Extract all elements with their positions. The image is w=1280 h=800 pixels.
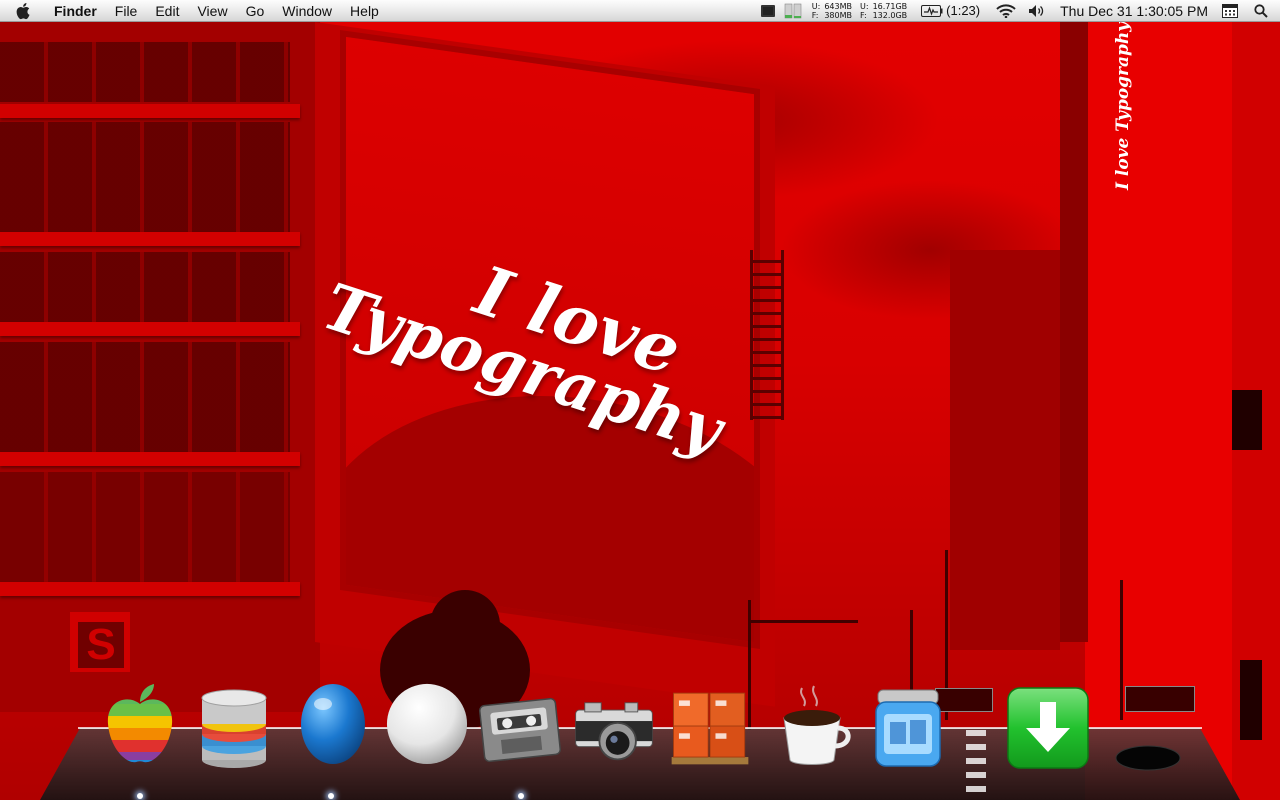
menu-bar: Finder File Edit View Go Window Help U: … — [0, 0, 1280, 22]
download-arrow-icon — [1007, 687, 1089, 769]
calendar-icon[interactable] — [1222, 3, 1238, 18]
dock-item-trash[interactable] — [1106, 730, 1190, 800]
menu-window[interactable]: Window — [273, 0, 341, 22]
left-building: S — [0, 22, 320, 712]
cpu-bars-icon[interactable] — [784, 3, 802, 19]
menu-help[interactable]: Help — [341, 0, 388, 22]
disk-used-value: 16.71GB — [872, 1, 908, 11]
apple-menu-icon[interactable] — [16, 2, 36, 20]
trash-hole-icon — [1115, 745, 1181, 771]
white-orb-icon — [386, 683, 468, 765]
disk-free-label: F: — [860, 10, 867, 20]
shipping-boxes-icon — [671, 692, 749, 765]
blue-jar-icon — [875, 689, 941, 767]
spotlight-search-icon[interactable] — [1254, 3, 1268, 18]
running-indicator — [137, 793, 143, 799]
dock-item-jar[interactable] — [866, 686, 950, 776]
blue-egg-icon — [301, 684, 365, 764]
disk-used-label: U: — [860, 1, 869, 11]
ram-free-label: F: — [811, 10, 819, 20]
vertical-slogan: I love Typography — [1113, 21, 1133, 190]
dock-item-camera[interactable] — [572, 694, 656, 784]
menu-app-finder[interactable]: Finder — [50, 0, 106, 22]
disk-free-value: 132.0GB — [872, 10, 908, 20]
dock-item-boxes[interactable] — [668, 680, 752, 770]
distant-tower — [950, 250, 1060, 650]
volume-icon[interactable] — [1028, 4, 1046, 18]
battery-icon[interactable]: (1:23) — [921, 3, 980, 18]
cpu-monitor-icon[interactable] — [760, 4, 776, 18]
menubar-clock[interactable]: Thu Dec 31 1:30:05 PM — [1060, 3, 1208, 19]
battery-time: (1:23) — [946, 3, 981, 18]
wifi-icon[interactable] — [996, 3, 1016, 18]
dock-item-cassette[interactable] — [478, 694, 562, 784]
dock-item-downloads[interactable] — [1006, 686, 1090, 776]
road-sign — [1125, 686, 1195, 712]
dock-item-database[interactable] — [192, 684, 276, 774]
billboard-ladder — [750, 250, 784, 420]
dock-item-coffee[interactable] — [770, 684, 854, 774]
camera-icon — [575, 702, 653, 761]
menu-edit[interactable]: Edit — [146, 0, 188, 22]
running-indicator — [328, 793, 334, 799]
dock-item-apple[interactable] — [98, 682, 182, 772]
ram-used-label: U: — [811, 1, 821, 11]
running-indicator — [518, 793, 524, 799]
rainbow-apple-icon — [107, 684, 173, 763]
menu-file[interactable]: File — [106, 0, 147, 22]
dock-item-egg[interactable] — [291, 682, 375, 772]
database-stack-icon — [201, 689, 267, 768]
memory-stats[interactable]: U: F: 643MB 380MB U: F: 16.71GB 132.0GB — [812, 2, 907, 20]
menu-view[interactable]: View — [188, 0, 236, 22]
right-tower — [1085, 22, 1235, 800]
menu-go[interactable]: Go — [237, 0, 274, 22]
dock-item-orb[interactable] — [385, 680, 469, 770]
ram-used-value: 643MB — [824, 1, 852, 11]
cassette-tape-icon — [479, 697, 561, 763]
coffee-cup-icon — [783, 685, 851, 765]
ram-free-value: 380MB — [824, 10, 852, 20]
